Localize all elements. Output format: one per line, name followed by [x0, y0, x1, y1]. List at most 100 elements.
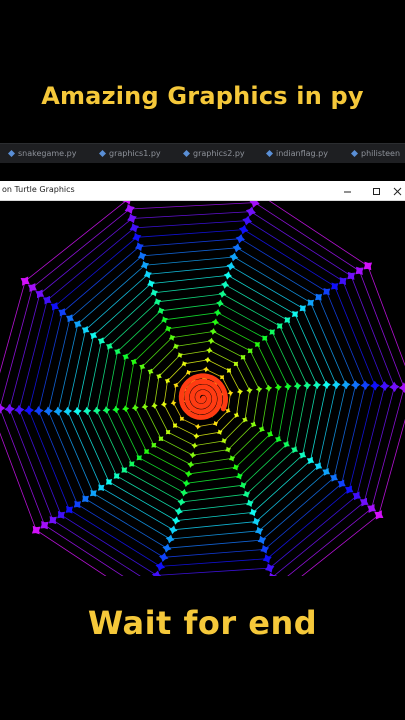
turtle-stamp: [315, 293, 323, 301]
turtle-stamp: [265, 563, 275, 573]
turtle-stamp: [112, 405, 120, 414]
turtle-stamp: [141, 403, 149, 411]
turtle-stamp: [35, 289, 45, 299]
turtle-stamp: [276, 323, 283, 329]
spiral-core: [178, 373, 229, 420]
editor-tab-indianflag[interactable]: indianflag.py: [266, 146, 328, 161]
turtle-stamp: [113, 473, 120, 480]
turtle-stamp: [389, 381, 400, 393]
turtle-stamp: [129, 223, 139, 233]
turtle-stamp: [249, 201, 260, 208]
turtle-stamp: [398, 382, 405, 393]
top-caption: Amazing Graphics in py: [41, 82, 364, 110]
turtle-stamp: [238, 224, 249, 235]
turtle-stamp: [203, 366, 209, 373]
turtle-stamp: [291, 310, 299, 318]
turtle-stamp: [83, 406, 92, 416]
turtle-stamp: [73, 406, 82, 416]
turtle-stamp: [367, 504, 377, 513]
turtle-stamp: [307, 299, 315, 307]
turtle-stamp: [245, 206, 256, 217]
turtle-canvas: [0, 201, 405, 576]
editor-tab-snakegame[interactable]: snakegame.py: [8, 146, 76, 161]
turtle-stamp: [168, 525, 178, 535]
minimize-button[interactable]: [332, 181, 362, 200]
turtle-stamp: [131, 404, 139, 412]
close-button[interactable]: [390, 181, 405, 200]
turtle-stamp: [170, 400, 177, 406]
turtle-stamp: [124, 204, 135, 214]
turtle-stamp: [206, 347, 213, 354]
turtle-stamp: [269, 329, 275, 335]
turtle-stamp: [379, 381, 390, 392]
turtle-stamp: [195, 423, 201, 430]
turtle-stamp: [20, 276, 30, 286]
turtle-stamp: [165, 534, 175, 544]
turtle-stamp: [151, 402, 158, 409]
turtle-stamp: [127, 213, 137, 224]
turtle-stamp: [216, 299, 224, 308]
turtle-stamp: [144, 449, 150, 455]
minimize-icon: [343, 181, 352, 200]
python-file-icon: [8, 150, 15, 157]
turtle-stamp: [247, 348, 253, 354]
turtle-stamp: [303, 381, 312, 390]
turtle-stamp: [347, 271, 356, 280]
turtle-stamp: [227, 390, 234, 396]
turtle-stamp: [274, 383, 282, 391]
turtle-stamp: [187, 461, 195, 468]
turtle-stamp: [136, 455, 142, 461]
turtle-stamp: [129, 461, 135, 467]
turtle-spiral-drawing: [0, 201, 405, 576]
turtle-stamp: [363, 261, 373, 271]
turtle-stamp: [65, 505, 74, 514]
turtle-stamp: [14, 404, 25, 415]
maximize-button[interactable]: [361, 181, 391, 200]
turtle-stamp: [155, 561, 166, 572]
turtle-stamp: [102, 406, 111, 414]
turtle-stamp: [265, 384, 273, 392]
turtle-stamp: [165, 429, 171, 435]
turtle-stamp: [63, 406, 73, 416]
turtle-stamp: [240, 354, 246, 360]
turtle-stamp: [229, 252, 239, 262]
turtle-stamp: [174, 507, 183, 516]
editor-tab-graphics2[interactable]: graphics2.py: [183, 146, 245, 161]
turtle-stamp: [254, 341, 260, 347]
turtle-stamp: [24, 405, 34, 416]
turtle-stamp: [81, 495, 89, 503]
turtle-stamp: [322, 288, 331, 296]
turtle-stamp: [214, 309, 222, 317]
window-title-bar[interactable]: on Turtle Graphics: [0, 181, 405, 201]
turtle-stamp: [27, 283, 37, 292]
python-file-icon: [351, 150, 358, 157]
window-title: on Turtle Graphics: [2, 185, 75, 194]
tab-label: philisteen: [361, 149, 401, 158]
turtle-stamp: [284, 382, 292, 391]
turtle-stamp: [53, 406, 63, 416]
turtle-stamp: [43, 406, 53, 416]
turtle-stamp: [218, 290, 227, 298]
editor-tab-graphics1[interactable]: graphics1.py: [99, 146, 161, 161]
turtle-stamp: [221, 280, 230, 289]
turtle-stamp: [151, 442, 157, 448]
python-file-icon: [266, 150, 273, 157]
turtle-stamp: [330, 282, 339, 291]
turtle-stamp: [121, 467, 128, 473]
turtle-stamp: [191, 442, 198, 449]
turtle-stamp: [161, 401, 167, 408]
turtle-stamp: [232, 243, 242, 253]
turtle-stamp: [189, 451, 196, 459]
turtle-stamp: [208, 337, 215, 345]
turtle-stamp: [92, 406, 101, 415]
turtle-stamp: [246, 387, 253, 394]
turtle-stamp: [226, 368, 232, 373]
editor-tab-philisteen[interactable]: philisteen: [351, 146, 400, 161]
turtle-stamp: [338, 277, 347, 285]
turtle-stamp: [242, 215, 253, 226]
python-file-icon: [99, 150, 106, 157]
turtle-stamp: [293, 382, 302, 390]
close-icon: [393, 181, 402, 200]
turtle-stamp: [182, 479, 190, 487]
turtle-stamp: [220, 375, 225, 380]
